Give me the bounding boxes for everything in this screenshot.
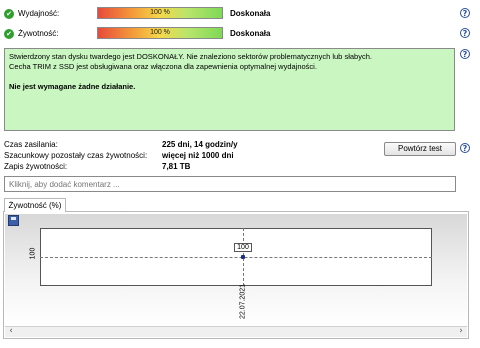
status-ok-icon: ✔ xyxy=(4,29,14,39)
horizontal-scrollbar[interactable] xyxy=(5,326,467,337)
lifetime-writes-value: 7,81 TB xyxy=(162,162,191,171)
status-ok-icon: ✔ xyxy=(4,9,14,19)
gridline-horizontal xyxy=(40,257,432,258)
tab-health-percent[interactable]: Żywotność (%) xyxy=(4,198,66,212)
description-line: Cecha TRIM z SSD jest obsługiwana oraz w… xyxy=(9,62,317,71)
retest-help-icon[interactable]: ? xyxy=(460,143,470,153)
data-label: 100 xyxy=(234,243,252,252)
remaining-life-value: więcej niż 1000 dni xyxy=(162,151,234,160)
retest-button[interactable]: Powtórz test xyxy=(384,142,456,156)
health-bar: 100 % xyxy=(97,27,223,39)
power-on-value: 225 dni, 14 godzin/y xyxy=(162,140,238,149)
save-icon[interactable] xyxy=(8,215,19,226)
y-tick-label: 100 xyxy=(29,247,37,260)
status-description: Stwierdzony stan dysku twardego jest DOS… xyxy=(4,48,455,131)
description-action: Nie jest wymagane żadne działanie. xyxy=(9,82,136,91)
performance-help-icon[interactable]: ? xyxy=(460,8,470,18)
health-value: 100 % xyxy=(150,29,170,36)
performance-value: 100 % xyxy=(150,9,170,16)
performance-status: Doskonała xyxy=(230,9,271,18)
x-tick-label: 22.07.2021 xyxy=(239,283,247,320)
comment-input[interactable] xyxy=(4,176,456,192)
health-status: Doskonała xyxy=(230,29,271,38)
health-label: Żywotność: xyxy=(18,29,59,38)
performance-label: Wydajność: xyxy=(18,9,60,18)
lifetime-writes-label: Zapis żywotności: xyxy=(4,162,68,171)
power-on-label: Czas zasilania: xyxy=(4,140,58,149)
health-help-icon[interactable]: ? xyxy=(460,28,470,38)
scroll-left-icon[interactable]: ‹ xyxy=(6,327,16,336)
remaining-life-label: Szacunkowy pozostały czas żywotności: xyxy=(4,151,148,160)
description-line: Stwierdzony stan dysku twardego jest DOS… xyxy=(9,52,372,61)
scroll-right-icon[interactable]: › xyxy=(456,327,466,336)
data-point xyxy=(241,255,245,259)
performance-bar: 100 % xyxy=(97,7,223,19)
description-help-icon[interactable]: ? xyxy=(460,49,470,59)
